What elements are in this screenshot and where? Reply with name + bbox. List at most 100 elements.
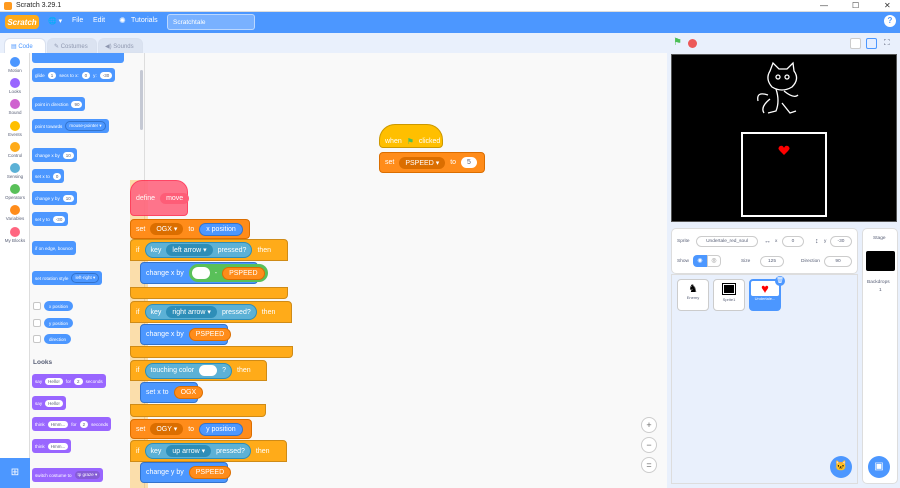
category-motion[interactable]: Motion (0, 57, 30, 73)
category-my-blocks[interactable]: My Blocks (0, 226, 30, 243)
help-button[interactable]: ? (884, 15, 896, 27)
checkbox-x-position[interactable] (33, 302, 41, 310)
sprite-info-panel: Sprite Undertale_red_soul ↔ x 0 ↕ y -30 … (671, 228, 858, 274)
category-sound[interactable]: Sound (0, 99, 30, 115)
category-sensing[interactable]: Sensing (0, 163, 30, 179)
y-arrows-icon: ↕ (815, 238, 819, 245)
palette-think[interactable]: think Hmm... (32, 439, 72, 453)
define-move-block[interactable]: define move (130, 180, 190, 216)
palette-rotation-style[interactable]: set rotation style left-right ▾ (32, 271, 103, 285)
subtract-left-input[interactable] (191, 267, 210, 279)
sprite-size-input[interactable]: 125 (760, 256, 784, 267)
sprite-x-input[interactable]: 0 (782, 236, 804, 247)
palette-think-for-secs[interactable]: think Hmm... for 2 seconds (32, 417, 112, 431)
set-pspeed-block[interactable]: set PSPEED ▾ to 5 (379, 152, 485, 173)
category-looks[interactable]: Looks (0, 78, 30, 94)
zoom-in-button[interactable]: + (641, 417, 657, 433)
category-events[interactable]: Events (0, 120, 30, 137)
change-y-block[interactable]: change y by PSPEED (140, 462, 232, 483)
palette-glide-block[interactable]: glide 1 secs to x: 0 y: -30 (32, 68, 116, 82)
add-extension-button[interactable]: ⊞ (0, 458, 30, 488)
when-flag-clicked-block[interactable]: when ⚑ clicked (379, 124, 443, 148)
sprite-thumb-enemy[interactable]: ♞ Enemy (677, 279, 709, 311)
palette-say-for-secs[interactable]: say Hello! for 2 seconds (32, 374, 106, 388)
if-touching-color-block[interactable]: if touching color? then (130, 360, 267, 381)
palette-switch-costume[interactable]: switch costume to tp graze ▾ (32, 468, 104, 482)
category-variables[interactable]: Variables (0, 205, 30, 221)
tab-sounds[interactable]: ◀) Sounds (98, 38, 143, 53)
zoom-out-button[interactable]: − (641, 437, 657, 453)
sprite-list: ♞ Enemy Sprite1 ♥ Undertale... 🗑 (671, 274, 858, 484)
edit-menu[interactable]: Edit (93, 17, 105, 24)
subtract-operator[interactable]: - PSPEED (188, 264, 268, 282)
change-x-minus-block[interactable]: change x by - PSPEED (140, 262, 268, 284)
fullscreen-icon[interactable]: ⛶ (884, 38, 890, 48)
palette-bounce[interactable]: if on edge, bounce (32, 241, 76, 255)
delete-sprite-icon[interactable]: 🗑 (775, 276, 785, 286)
palette-glide-top[interactable] (32, 53, 124, 63)
change-x-block[interactable]: change x by PSPEED (140, 324, 232, 345)
checkbox-direction[interactable] (33, 335, 41, 343)
stop-button[interactable] (688, 39, 697, 48)
minimize-button[interactable]: — (820, 1, 828, 10)
palette-set-y[interactable]: set y to -30 (32, 212, 69, 226)
project-title-input[interactable]: Scratchtale (167, 14, 255, 30)
palette-scrollbar[interactable] (140, 70, 143, 130)
stage-svg (741, 61, 827, 217)
add-sprite-button[interactable]: 🐱 (830, 456, 852, 478)
key-pressed-up[interactable]: key up arrow ▾ pressed? (144, 443, 251, 459)
set-ogx-block[interactable]: set OGX ▾ to x position (130, 219, 250, 239)
category-control[interactable]: Control (0, 141, 30, 158)
category-dot-icon (10, 205, 20, 216)
category-dot-icon (10, 184, 20, 195)
if-left-arrow-block[interactable]: if key left arrow ▾ pressed? then (130, 239, 288, 261)
green-flag-icon: ⚑ (406, 136, 414, 146)
show-eye-icon[interactable]: ◉ (693, 255, 707, 267)
add-backdrop-button[interactable]: ▣ (868, 456, 890, 478)
if-up-arrow-block[interactable]: if key up arrow ▾ pressed? then (130, 440, 287, 462)
stage-canvas[interactable] (671, 54, 897, 222)
hide-eye-icon[interactable]: ◎ (707, 255, 721, 267)
normal-stage-button[interactable] (866, 38, 877, 49)
tab-code[interactable]: ▤ Code (4, 38, 46, 53)
tab-costumes[interactable]: ✎ Costumes (47, 38, 97, 53)
looks-heading: Looks (33, 359, 53, 366)
sprite-thumb-sprite1[interactable]: Sprite1 (713, 279, 745, 311)
palette-point-towards[interactable]: point towards mouse-pointer ▾ (32, 119, 109, 133)
if-right-arrow-block[interactable]: if key right arrow ▾ pressed? then (130, 301, 292, 323)
color-picker[interactable] (199, 365, 218, 376)
battle-box (741, 132, 827, 217)
maximize-button[interactable]: ☐ (852, 1, 859, 10)
sprite-name-input[interactable]: Undertale_red_soul (696, 236, 758, 247)
tutorials-menu[interactable]: Tutorials (131, 17, 158, 24)
palette-set-x[interactable]: set x to 0 (32, 169, 65, 183)
sprite-y-input[interactable]: -30 (830, 236, 852, 247)
category-label: Motion (8, 68, 22, 73)
green-flag-button[interactable]: ⚑ (673, 37, 682, 48)
palette-change-y[interactable]: change y by 10 (32, 191, 77, 205)
category-dot-icon (10, 120, 20, 131)
sprite-direction-input[interactable]: 90 (824, 256, 852, 267)
checkbox-y-position[interactable] (33, 319, 41, 327)
zoom-reset-button[interactable]: = (641, 457, 657, 473)
stage-target-panel[interactable]: Stage Backdrops 1 (862, 228, 898, 484)
palette-change-x[interactable]: change x by 10 (32, 148, 77, 162)
category-label: Variables (5, 216, 25, 222)
palette-say[interactable]: say Hello! (32, 396, 66, 410)
touching-color-sensor[interactable]: touching color? (144, 362, 232, 379)
key-pressed-right[interactable]: key right arrow ▾ pressed? (144, 304, 257, 320)
category-operators[interactable]: Operators (0, 184, 30, 200)
scratch-logo[interactable]: Scratch (5, 15, 39, 29)
palette-point-direction[interactable]: point in direction 90 (32, 97, 86, 111)
close-button[interactable]: ✕ (884, 1, 891, 10)
palette-y-position[interactable]: y position (44, 318, 74, 328)
file-menu[interactable]: File (72, 17, 83, 24)
stage-thumbnail[interactable] (866, 251, 895, 271)
palette-x-position[interactable]: x position (44, 301, 74, 311)
set-ogy-block[interactable]: set OGY ▾ to y position (130, 419, 252, 439)
language-menu[interactable]: 🌐 ▾ (48, 17, 62, 25)
small-stage-button[interactable] (850, 38, 861, 49)
set-x-to-ogx-block[interactable]: set x to OGX (140, 382, 204, 403)
palette-direction[interactable]: direction (44, 334, 72, 344)
key-pressed-left[interactable]: key left arrow ▾ pressed? (144, 242, 253, 258)
